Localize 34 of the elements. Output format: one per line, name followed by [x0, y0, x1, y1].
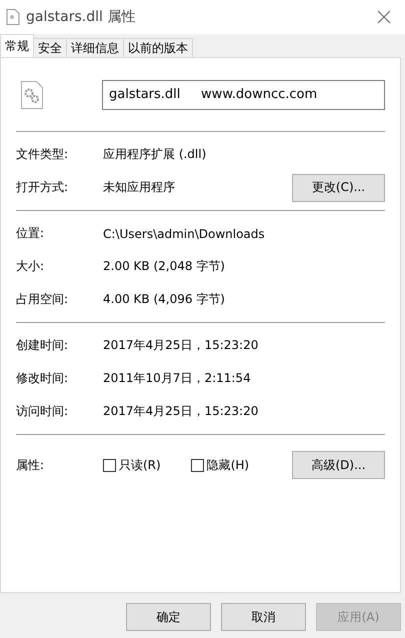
- field-value: 2011年10月7日，2:11:54: [103, 370, 252, 387]
- tab[interactable]: 安全: [33, 38, 67, 57]
- field-value: 2017年4月25日，15:23:20: [103, 403, 260, 420]
- tab[interactable]: 常规: [0, 34, 34, 57]
- field-label: 文件类型:: [16, 146, 70, 163]
- field-value: 2.00 KB (2,048 字节): [103, 258, 226, 275]
- field-label: 创建时间:: [16, 337, 70, 354]
- advanced-button[interactable]: 高级(D)...: [292, 451, 385, 479]
- file-gear-icon: [21, 80, 43, 108]
- tab[interactable]: 详细信息: [66, 38, 124, 57]
- window-title: galstars.dll 属性: [26, 8, 136, 26]
- field-value: 4.00 KB (4,096 字节): [103, 291, 226, 308]
- field-value: 2017年4月25日，15:23:20: [103, 337, 260, 354]
- change-button[interactable]: 更改(C)...: [292, 174, 385, 202]
- checkbox[interactable]: [190, 458, 204, 472]
- field-label: 位置:: [16, 225, 46, 242]
- field-label: 打开方式:: [16, 179, 70, 196]
- field-value: 应用程序扩展 (.dll): [103, 146, 208, 163]
- field-label: 属性:: [16, 456, 46, 474]
- dialog-button[interactable]: 确定: [126, 603, 211, 631]
- field-label: 大小:: [16, 258, 46, 275]
- field-label: 修改时间:: [16, 370, 70, 387]
- checkbox-label[interactable]: 隐藏(H): [206, 456, 250, 474]
- field-label: 占用空间:: [16, 291, 70, 308]
- dialog-button[interactable]: 取消: [221, 603, 306, 631]
- field-label: 访问时间:: [16, 403, 70, 420]
- close-icon[interactable]: [377, 10, 391, 24]
- file-name-field[interactable]: galstars.dll www.downcc.com: [102, 80, 385, 110]
- field-value: C:\Users\admin\Downloads: [103, 226, 266, 240]
- checkbox[interactable]: [103, 458, 116, 472]
- field-value: 未知应用程序: [103, 179, 176, 196]
- file-icon: [6, 9, 20, 25]
- checkbox-label[interactable]: 只读(R): [119, 456, 161, 474]
- tab[interactable]: 以前的版本: [123, 38, 193, 57]
